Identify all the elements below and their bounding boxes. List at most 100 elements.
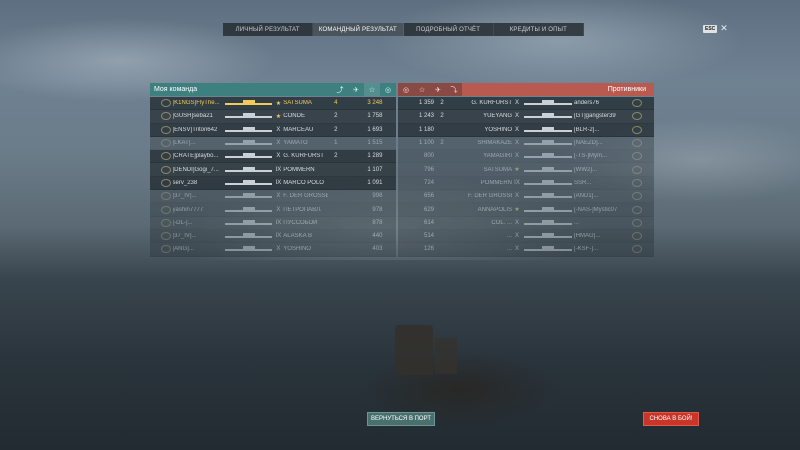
ship-superstructure	[243, 153, 256, 157]
table-row[interactable]: 796 SATSUMA ★ [WW2]...	[398, 163, 654, 177]
return-to-port-button[interactable]: ВЕРНУТЬСЯ В ПОРТ	[367, 412, 435, 426]
ship-tier: X	[514, 233, 519, 240]
rank-icon	[160, 165, 171, 174]
medal-icon[interactable]: ◎	[380, 83, 396, 96]
base-xp: 1 359	[418, 100, 434, 107]
rank-icon	[632, 112, 642, 121]
table-row[interactable]: [DENDI]Gogi_7... IX POMMERN 1 107	[150, 163, 396, 177]
base-xp: 1 243	[418, 113, 434, 120]
table-row[interactable]: [ANG]... X YOSHINO 403	[150, 243, 396, 257]
close-icon[interactable]: ✕	[720, 24, 728, 33]
ship-silhouette-icon	[522, 193, 574, 199]
table-row[interactable]: [GUSH]seba21 ★ CONDÉ 2 1 758	[150, 110, 396, 124]
medal-icon[interactable]: ◎	[398, 83, 414, 96]
esc-key-hint: ESC	[703, 24, 718, 33]
ship-tier: X	[514, 193, 519, 200]
table-row[interactable]: serv_238 IX MARCO POLO 1 091	[150, 176, 396, 191]
base-xp: 1 100	[418, 140, 434, 147]
base-xp: 3 248	[367, 100, 383, 107]
table-row[interactable]: 629 ANNAPOLIS ★ [-NAS-]Mystic07	[398, 203, 654, 217]
base-xp: 1 289	[367, 153, 383, 160]
table-row[interactable]: 800 YAMAGIRI X [-TS-]Mym...	[398, 150, 654, 164]
kills-icon[interactable]: ⤴	[332, 83, 348, 96]
kills-icon[interactable]: ⤵	[446, 83, 462, 96]
tab-detailed[interactable]: ПОДРОБНЫЙ ОТЧЁТ	[403, 23, 494, 36]
ship-name: MARCO POLO	[283, 179, 324, 186]
ship-name: YOSHINO	[283, 246, 311, 253]
planes-icon[interactable]: ✈	[348, 83, 364, 96]
base-xp: 1 107	[367, 166, 383, 173]
base-xp: 126	[423, 246, 434, 253]
table-row[interactable]: [37_IV]... X F. DER GROSSE 998	[150, 190, 396, 204]
base-xp: 796	[423, 166, 434, 173]
base-xp: 440	[372, 233, 383, 240]
player-name: [CRATE]playbo...	[172, 153, 219, 160]
tab-team[interactable]: КОМАНДНЫЙ РЕЗУЛЬТАТ	[313, 23, 404, 36]
ship-superstructure	[243, 166, 256, 170]
table-row[interactable]: 614 COL. ... X...	[398, 216, 654, 230]
ship-superstructure	[243, 206, 256, 210]
battle-again-button[interactable]: СНОВА В БОЙ!	[643, 412, 699, 426]
ship-name: ...	[506, 233, 512, 240]
planes-icon[interactable]: ✈	[430, 83, 446, 96]
ship-superstructure	[542, 219, 554, 223]
table-row[interactable]: 126... X [-KSF-]...	[398, 243, 654, 257]
player-name: ...	[574, 219, 580, 226]
ship-tier: IX	[275, 219, 282, 226]
table-row[interactable]: [37_IV]... IX ALASKA B 440	[150, 229, 396, 244]
tab-credits[interactable]: КРЕДИТЫ И ОПЫТ	[493, 23, 584, 36]
ship-name: F. DER GROSSE	[468, 193, 512, 200]
score-star-icon[interactable]: ☆	[414, 83, 430, 96]
ship-name: POMMERN	[283, 166, 315, 173]
ship-tier: X	[514, 140, 519, 147]
ship-silhouette-icon	[223, 166, 274, 173]
ship-superstructure	[243, 233, 256, 237]
rank-icon	[160, 178, 171, 187]
table-row[interactable]: 656 F. DER GROSSE X [AND1]...	[398, 190, 654, 204]
ship-silhouette-icon	[522, 246, 574, 252]
ship-silhouette-icon	[522, 100, 574, 106]
rank-icon	[160, 125, 171, 134]
ship-superstructure	[542, 100, 554, 104]
kills-count: 2	[334, 153, 338, 160]
ship-tier: IX	[275, 233, 282, 240]
table-row[interactable]: [-DL-]... IX ПУССОБОИ 878	[150, 216, 396, 230]
table-row[interactable]: [ENSV]Triton642 X MARCEAU 2 1 693	[150, 123, 396, 137]
battleship-tower	[395, 325, 433, 375]
ship-silhouette-icon	[223, 113, 274, 119]
player-name: [-NAS-]Mystic07	[574, 206, 618, 213]
table-row[interactable]: 1 359 2 G. KURFÜRST Xanders76	[398, 97, 654, 111]
rank-icon	[632, 99, 642, 108]
ship-tier: X	[514, 126, 519, 133]
ship-hull	[225, 209, 272, 212]
player-name: [DENDI]Gogi_7...	[172, 166, 219, 173]
table-row[interactable]: yashin7777 X ПЕТРОПАВЛ. 978	[150, 203, 396, 217]
ship-superstructure	[243, 100, 256, 104]
rank-icon	[160, 139, 171, 148]
table-row[interactable]: 514... X [HMAG]...	[398, 229, 654, 244]
base-xp: 1 180	[418, 126, 434, 133]
ship-silhouette-icon	[223, 219, 274, 226]
ship-hull	[524, 169, 572, 172]
player-name: [K1NGS]FlyThe...	[172, 100, 220, 107]
table-row[interactable]: 1 243 2 YUEYANG X [GT]gangster39	[398, 110, 654, 124]
table-row[interactable]: [LKAT]... X YAMATO 1 1 515	[150, 136, 396, 151]
ship-hull	[225, 156, 272, 159]
ship-hull	[524, 156, 572, 159]
score-star-icon[interactable]: ☆	[364, 83, 380, 96]
my-team-header: Моя команда ⤴ ✈ ☆ ◎	[150, 83, 396, 96]
tab-personal[interactable]: ЛИЧНЫЙ РЕЗУЛЬТАТ	[223, 23, 314, 36]
ship-hull	[524, 196, 572, 199]
ship-hull	[225, 249, 272, 252]
ship-superstructure	[542, 126, 554, 130]
table-row[interactable]: 1 100 2 SHIMAKAZE X [NAEZD]...	[398, 136, 654, 151]
table-row[interactable]: 724 POMMERN IX SSR...	[398, 176, 654, 191]
player-name: [-TS-]Mym...	[574, 153, 607, 160]
ship-name: YUEYANG	[483, 113, 512, 120]
table-row[interactable]: 1 180 YOSHINO X [BLR-2]...	[398, 123, 654, 137]
table-row[interactable]: [K1NGS]FlyThe... ★ SATSUMA 4 3 248	[150, 97, 396, 111]
ship-silhouette-icon	[223, 140, 274, 146]
base-xp: 629	[423, 206, 434, 213]
table-row[interactable]: [CRATE]playbo... X G. KURFÜRST 2 1 289	[150, 150, 396, 164]
rank-icon	[632, 192, 642, 201]
